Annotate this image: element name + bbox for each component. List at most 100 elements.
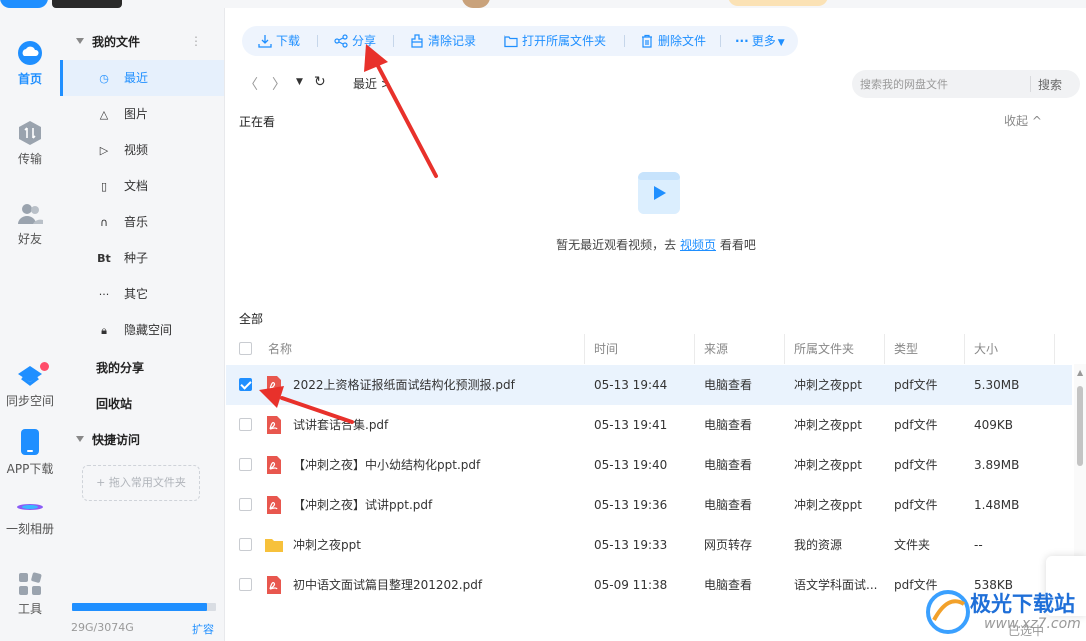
column-divider[interactable]: [884, 334, 885, 364]
table-row[interactable]: 冲刺之夜ppt 05-13 19:33 网页转存 我的资源 文件夹 --: [226, 525, 1072, 565]
search-input[interactable]: [860, 74, 1028, 94]
app-window: 首页 传输 好友 同步空间 APP下载 一刻相册 工具 我的文件 ⋮ ◷ 最近 …: [0, 0, 1086, 641]
file-name[interactable]: 【冲刺之夜】中小幼结构化ppt.pdf: [293, 445, 573, 485]
album-icon: [17, 504, 43, 510]
cell-size: --: [974, 538, 983, 552]
back-icon[interactable]: 〈: [244, 74, 258, 94]
scroll-up-icon[interactable]: ▲: [1077, 368, 1083, 377]
play-icon: ▷: [99, 144, 109, 157]
download-icon: [258, 35, 272, 48]
title-bar: [0, 0, 1086, 8]
cell-source: 电脑查看: [704, 498, 753, 512]
phone-icon: [21, 429, 39, 455]
video-page-link[interactable]: 视频页: [680, 238, 716, 252]
cell-type: pdf文件: [894, 458, 938, 472]
column-divider[interactable]: [584, 334, 585, 364]
row-checkbox[interactable]: [239, 378, 252, 391]
sidebar-item-docs[interactable]: ▯ 文档: [60, 168, 224, 204]
rail-item-tools[interactable]: 工具: [0, 572, 60, 617]
storage-fill: [72, 603, 208, 611]
file-toolbar: 下载 分享 清除记录 打开所属文件夹 删除文件 ··· 更多 ▼: [242, 26, 798, 56]
clear-history-button[interactable]: 清除记录: [410, 26, 476, 56]
file-name[interactable]: 试讲套话合集.pdf: [293, 405, 573, 445]
rail-item-sync[interactable]: 同步空间: [0, 362, 60, 409]
file-name[interactable]: 初中语文面试篇目整理201202.pdf: [293, 565, 573, 605]
sidebar-item-video[interactable]: ▷ 视频: [60, 132, 224, 168]
open-folder-button[interactable]: 打开所属文件夹: [504, 26, 606, 56]
row-checkbox[interactable]: [239, 578, 252, 591]
column-divider[interactable]: [1054, 334, 1055, 364]
column-time[interactable]: 时间: [594, 334, 618, 364]
delete-file-button[interactable]: 删除文件: [640, 26, 706, 56]
sidebar-item-hidden-space[interactable]: 🔒︎ 隐藏空间: [60, 312, 224, 348]
expand-storage-link[interactable]: 扩容: [192, 621, 214, 637]
rail-item-friends[interactable]: 好友: [0, 202, 60, 247]
forward-icon[interactable]: 〉: [272, 74, 286, 94]
more-dots-icon[interactable]: ⋮: [190, 34, 202, 48]
column-size[interactable]: 大小: [974, 334, 998, 364]
cell-type: pdf文件: [894, 498, 938, 512]
file-name[interactable]: 冲刺之夜ppt: [293, 525, 573, 565]
table-row[interactable]: 【冲刺之夜】试讲ppt.pdf 05-13 19:36 电脑查看 冲刺之夜ppt pdf…: [226, 485, 1072, 525]
cell-size: 5.30MB: [974, 378, 1020, 392]
file-name[interactable]: 2022上资格证报纸面试结构化预测报.pdf: [293, 365, 573, 405]
quick-access-header[interactable]: 快捷访问: [76, 430, 140, 450]
rail-item-album[interactable]: 一刻相册: [0, 498, 60, 537]
column-type[interactable]: 类型: [894, 334, 918, 364]
my-files-header[interactable]: 我的文件: [76, 32, 140, 52]
cell-source: 电脑查看: [704, 458, 753, 472]
tools-icon: [19, 572, 42, 595]
folder-icon: [504, 36, 518, 48]
cell-time: 05-13 19:41: [594, 418, 668, 432]
column-divider[interactable]: [784, 334, 785, 364]
table-row[interactable]: 2022上资格证报纸面试结构化预测报.pdf 05-13 19:44 电脑查看 冲刺之…: [226, 365, 1072, 405]
vip-badge[interactable]: [728, 0, 828, 6]
column-name[interactable]: 名称: [268, 334, 292, 364]
column-divider[interactable]: [694, 334, 695, 364]
cell-source: 电脑查看: [704, 378, 753, 392]
share-button[interactable]: 分享: [334, 26, 376, 56]
column-folder[interactable]: 所属文件夹: [794, 334, 854, 364]
chevron-up-icon: ^: [1031, 114, 1042, 128]
file-name[interactable]: 【冲刺之夜】试讲ppt.pdf: [293, 485, 573, 525]
site-watermark: 极光下载站 www.xz7.com: [926, 586, 1086, 641]
rail-item-home[interactable]: 首页: [0, 40, 60, 87]
row-checkbox[interactable]: [239, 418, 252, 431]
sidebar-item-torrents[interactable]: Bt 种子: [60, 240, 224, 276]
table-row[interactable]: 【冲刺之夜】中小幼结构化ppt.pdf 05-13 19:40 电脑查看 冲刺之夜pp…: [226, 445, 1072, 485]
select-all-checkbox[interactable]: [239, 342, 252, 355]
nav-rail: 首页 传输 好友 同步空间 APP下载 一刻相册 工具: [0, 8, 60, 641]
search-button[interactable]: 搜索: [1038, 76, 1062, 93]
broom-icon: [411, 34, 423, 48]
cell-folder: 冲刺之夜ppt: [794, 498, 862, 512]
breadcrumb: 最近 >: [353, 77, 391, 91]
scrollbar-thumb[interactable]: [1077, 386, 1083, 466]
sidebar-item-images[interactable]: △ 图片: [60, 96, 224, 132]
column-source[interactable]: 来源: [704, 334, 728, 364]
row-checkbox[interactable]: [239, 498, 252, 511]
column-divider[interactable]: [964, 334, 965, 364]
download-button[interactable]: 下载: [258, 26, 300, 56]
collapse-button[interactable]: 收起 ^: [1004, 112, 1042, 129]
storage-bar: [72, 603, 216, 611]
toolbar-divider: [624, 35, 625, 47]
image-icon: △: [99, 108, 109, 121]
sidebar-item-recent[interactable]: ◷ 最近: [60, 60, 224, 96]
history-dropdown-icon[interactable]: ▼: [296, 77, 303, 87]
rail-label: 首页: [17, 72, 42, 86]
quick-access-drop-zone[interactable]: + 拖入常用文件夹: [82, 465, 200, 501]
sidebar-my-share[interactable]: 我的分享: [96, 359, 144, 376]
row-checkbox[interactable]: [239, 538, 252, 551]
user-avatar[interactable]: [462, 0, 490, 8]
cell-time: 05-13 19:44: [594, 378, 668, 392]
more-menu-button[interactable]: ··· 更多 ▼: [735, 26, 785, 56]
caret-down-icon: [76, 436, 84, 442]
rail-item-app-download[interactable]: APP下载: [0, 428, 60, 477]
row-checkbox[interactable]: [239, 458, 252, 471]
sidebar-item-other[interactable]: ··· 其它: [60, 276, 224, 312]
sidebar-item-music[interactable]: ∩ 音乐: [60, 204, 224, 240]
refresh-icon[interactable]: ↻: [314, 74, 326, 90]
table-row[interactable]: 试讲套话合集.pdf 05-13 19:41 电脑查看 冲刺之夜ppt pdf文件 409…: [226, 405, 1072, 445]
sidebar-recycle-bin[interactable]: 回收站: [96, 395, 132, 412]
rail-item-transfer[interactable]: 传输: [0, 120, 60, 167]
